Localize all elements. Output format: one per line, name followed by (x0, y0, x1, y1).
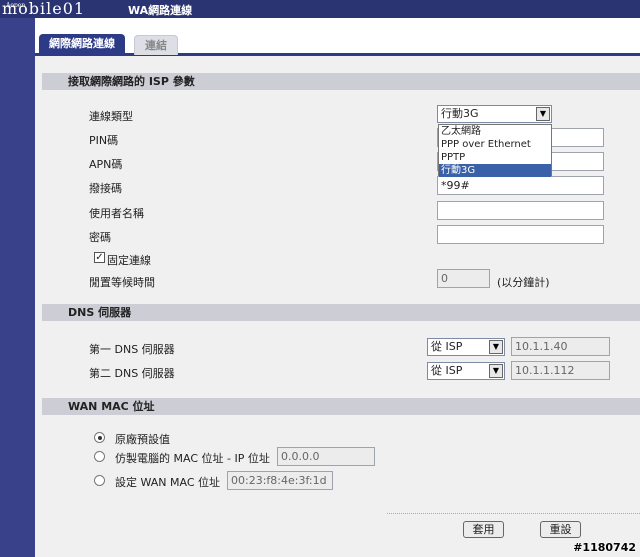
set-mac-input[interactable]: 00:23:f8:4e:3f:1d (227, 471, 333, 490)
dial-input[interactable]: *99# (437, 176, 604, 195)
settings-panel: 接取網際網路的 ISP 參數 連線類型 行動3G ▼ 乙太網路 PPP over… (35, 56, 640, 557)
username-label: 使用者名稱 (89, 207, 144, 220)
dns1-mode-value: 從 ISP (431, 340, 463, 353)
window-title-text: 網路連線 (148, 4, 193, 17)
chevron-down-icon[interactable]: ▼ (489, 364, 503, 378)
idle-time-label: 閒置等候時間 (89, 276, 155, 289)
fixed-connection-checkbox[interactable]: ✓ (94, 252, 105, 263)
title-bar: Aopen mobile01 WA網路連線 (0, 0, 640, 18)
idle-time-input[interactable]: 0 (437, 269, 490, 288)
idle-time-unit: (以分鐘計) (497, 276, 550, 289)
dropdown-option-ethernet[interactable]: 乙太網路 (439, 125, 551, 138)
password-label: 密碼 (89, 231, 111, 244)
chevron-down-icon[interactable]: ▼ (489, 340, 503, 354)
username-input[interactable] (437, 201, 604, 220)
tab-strip: 網際網路連線 連結 (35, 34, 640, 56)
fixed-connection-label: 固定連線 (107, 254, 151, 267)
dns2-input[interactable]: 10.1.1.112 (511, 361, 610, 380)
connection-type-label: 連線類型 (89, 110, 133, 123)
dropdown-option-3g[interactable]: 行動3G (439, 164, 551, 177)
app-window: Aopen mobile01 WA網路連線 網際網路連線 連結 接取網際網路的 … (0, 0, 640, 557)
reset-button[interactable]: 重設 (540, 521, 581, 538)
apn-label: APN碼 (89, 158, 123, 171)
mac-set-radio[interactable] (94, 475, 105, 486)
brand-logo: Aopen mobile01 (2, 0, 85, 18)
clone-ip-input[interactable]: 0.0.0.0 (277, 447, 375, 466)
chevron-down-icon[interactable]: ▼ (536, 107, 550, 121)
left-sidebar (0, 18, 35, 557)
apply-button[interactable]: 套用 (463, 521, 504, 538)
section-isp-title: 接取網際網路的 ISP 參數 (42, 73, 640, 90)
dns1-input[interactable]: 10.1.1.40 (511, 337, 610, 356)
section-dns-title: DNS 伺服器 (42, 304, 640, 321)
button-divider (387, 513, 640, 514)
tab-link[interactable]: 連結 (134, 35, 178, 55)
mac-default-label: 原廠預設值 (115, 433, 170, 446)
dropdown-option-pppoe[interactable]: PPP over Ethernet (439, 138, 551, 151)
tab-internet-connection[interactable]: 網際網路連線 (39, 34, 125, 56)
dns1-mode-select[interactable]: 從 ISP ▼ (427, 338, 505, 356)
pin-label: PIN碼 (89, 134, 119, 147)
password-input[interactable] (437, 225, 604, 244)
main-content: 網際網路連線 連結 接取網際網路的 ISP 參數 連線類型 行動3G ▼ 乙太網… (35, 18, 640, 557)
connection-type-value: 行動3G (441, 107, 479, 120)
mac-default-radio[interactable] (94, 432, 105, 443)
mac-set-label: 設定 WAN MAC 位址 (115, 476, 221, 489)
window-title-prefix: WA (128, 4, 149, 17)
dial-label: 撥接碼 (89, 182, 122, 195)
dns1-label: 第一 DNS 伺服器 (89, 343, 175, 356)
dns2-mode-value: 從 ISP (431, 364, 463, 377)
connection-type-dropdown: 乙太網路 PPP over Ethernet PPTP 行動3G (438, 124, 552, 177)
section-mac-title: WAN MAC 位址 (42, 398, 640, 415)
connection-type-select[interactable]: 行動3G ▼ (437, 105, 552, 123)
dns2-label: 第二 DNS 伺服器 (89, 367, 175, 380)
dropdown-option-pptp[interactable]: PPTP (439, 151, 551, 164)
brand-small-text: Aopen (6, 2, 26, 9)
dns2-mode-select[interactable]: 從 ISP ▼ (427, 362, 505, 380)
window-title: WA網路連線 (128, 2, 192, 18)
watermark: #1180742 (573, 541, 636, 554)
mac-clone-label: 仿製電腦的 MAC 位址 - IP 位址 (115, 452, 270, 465)
mac-clone-radio[interactable] (94, 451, 105, 462)
